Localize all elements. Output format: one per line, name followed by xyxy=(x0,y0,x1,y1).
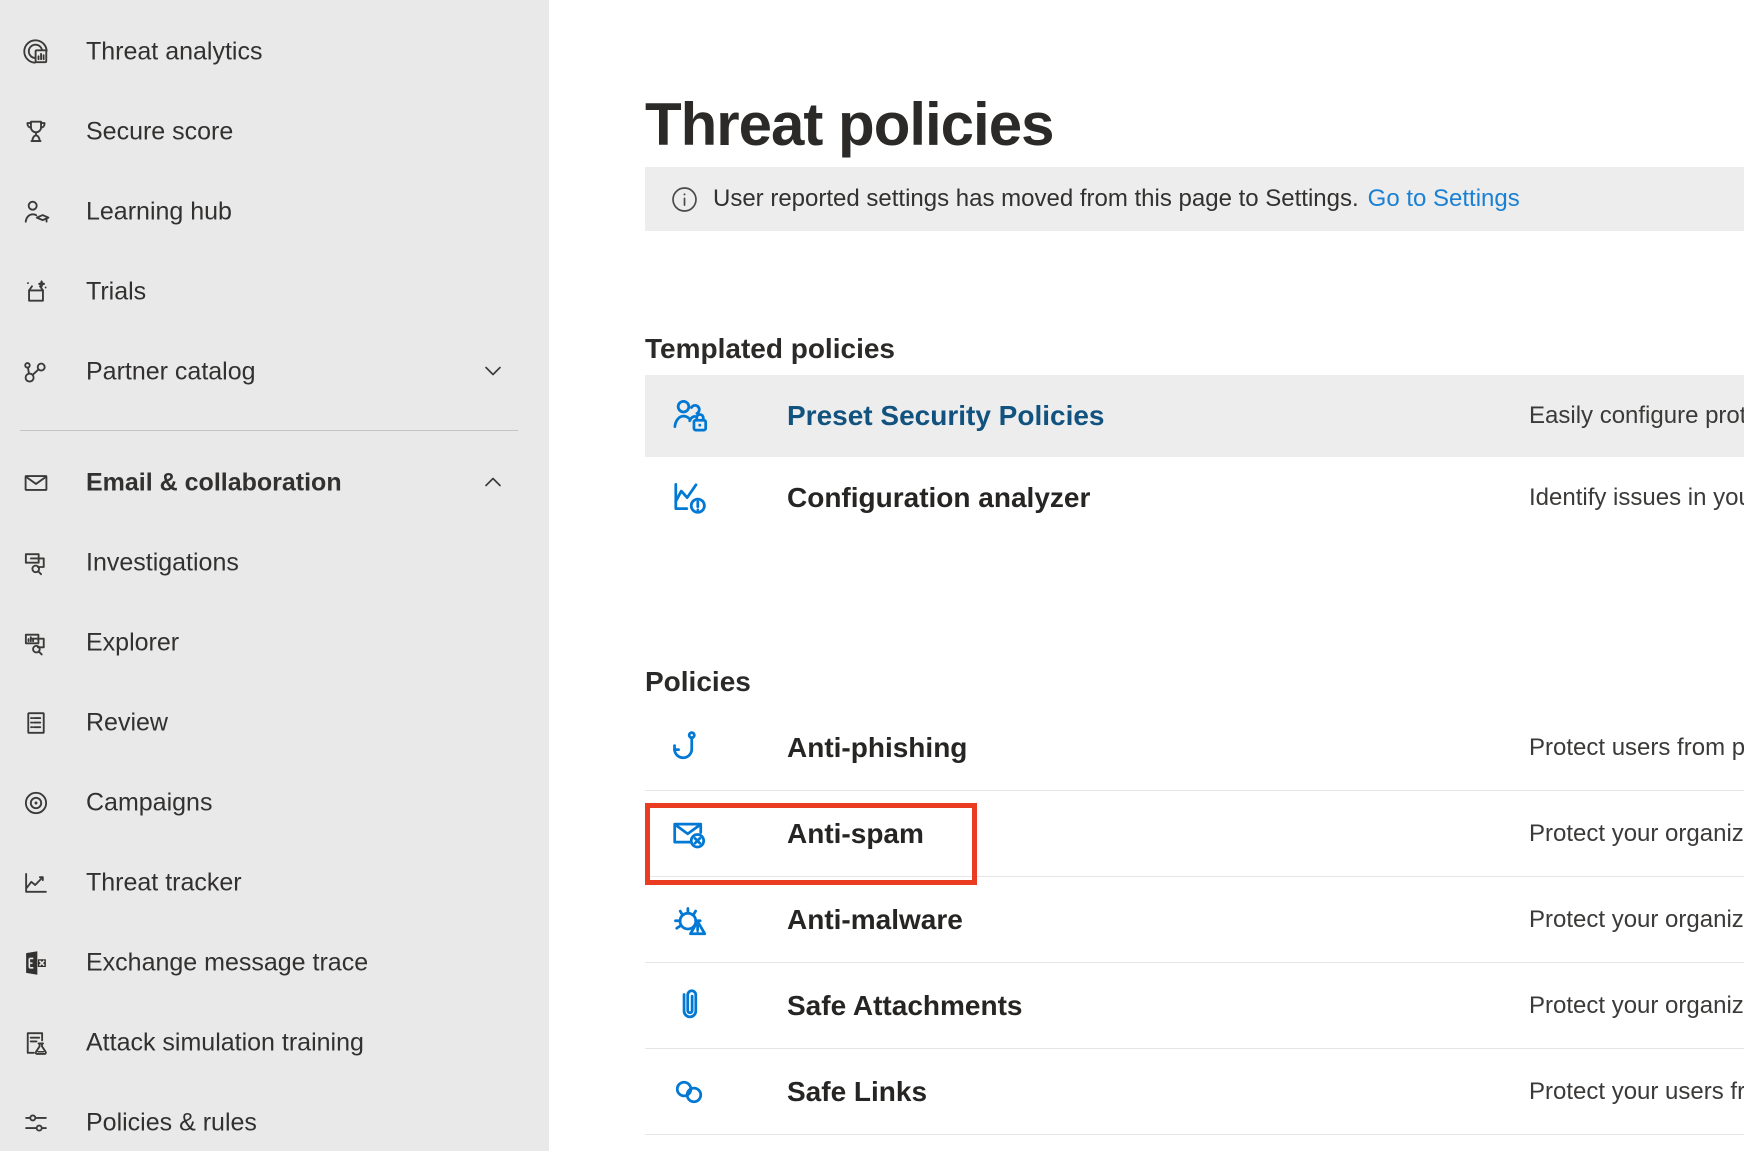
row-label: Configuration analyzer xyxy=(787,482,1090,514)
sidebar-item-investigations[interactable]: Investigations xyxy=(0,523,549,603)
row-label: Preset Security Policies xyxy=(787,400,1105,432)
sidebar-item-exchange-message-trace[interactable]: Exchange message trace xyxy=(0,923,549,1003)
banner-message: User reported settings has moved from th… xyxy=(713,185,1359,213)
row-label: Anti-spam xyxy=(787,818,924,850)
row-description: Protect users from p xyxy=(1529,734,1744,762)
row-label: Safe Attachments xyxy=(787,990,1022,1022)
sidebar-item-campaigns[interactable]: Campaigns xyxy=(0,763,549,843)
threat-tracker-icon xyxy=(20,867,52,899)
sidebar-item-label: Email & collaboration xyxy=(86,469,342,498)
row-description: Protect your organiz xyxy=(1529,906,1744,934)
threat-analytics-icon xyxy=(20,36,52,68)
threat-policies-page: Threat analytics Secure score Learning h… xyxy=(0,0,1744,1151)
partner-catalog-icon xyxy=(20,356,52,388)
page-title: Threat policies xyxy=(645,90,1053,159)
row-anti-malware[interactable]: Anti-malware Protect your organiz xyxy=(645,877,1744,963)
sidebar-item-attack-simulation-training[interactable]: Attack simulation training xyxy=(0,1003,549,1083)
exchange-icon xyxy=(20,947,52,979)
policies-heading: Policies xyxy=(645,666,751,698)
policies-rules-icon xyxy=(20,1107,52,1139)
sidebar-item-secure-score[interactable]: Secure score xyxy=(0,92,549,172)
sidebar-item-learning-hub[interactable]: Learning hub xyxy=(0,172,549,252)
safe-links-icon xyxy=(667,1070,711,1114)
sidebar-item-label: Trials xyxy=(86,278,146,307)
anti-spam-icon xyxy=(667,812,711,856)
sidebar-item-threat-analytics[interactable]: Threat analytics xyxy=(0,12,549,92)
safe-attachments-icon xyxy=(667,984,711,1028)
sidebar-item-explorer[interactable]: Explorer xyxy=(0,603,549,683)
info-icon xyxy=(671,186,698,213)
row-description: Protect your users fr xyxy=(1529,1078,1744,1106)
sidebar-item-label: Learning hub xyxy=(86,198,232,227)
row-anti-spam[interactable]: Anti-spam Protect your organiz xyxy=(645,791,1744,877)
secure-score-icon xyxy=(20,116,52,148)
sidebar-divider xyxy=(20,430,518,431)
row-description: Protect your organiz xyxy=(1529,820,1744,848)
row-label: Anti-malware xyxy=(787,904,963,936)
sidebar-item-label: Secure score xyxy=(86,118,233,147)
sidebar-item-threat-tracker[interactable]: Threat tracker xyxy=(0,843,549,923)
info-banner: User reported settings has moved from th… xyxy=(645,167,1744,231)
explorer-icon xyxy=(20,627,52,659)
sidebar-item-label: Campaigns xyxy=(86,789,212,818)
row-anti-phishing[interactable]: Anti-phishing Protect users from p xyxy=(645,705,1744,791)
anti-malware-icon xyxy=(667,898,711,942)
main-content: Threat policies User reported settings h… xyxy=(549,0,1744,1151)
sidebar-item-trials[interactable]: Trials xyxy=(0,252,549,332)
sidebar-item-label: Investigations xyxy=(86,549,239,578)
review-icon xyxy=(20,707,52,739)
sidebar-item-label: Explorer xyxy=(86,629,179,658)
trials-icon xyxy=(20,276,52,308)
row-preset-security-policies[interactable]: Preset Security Policies Easily configur… xyxy=(645,375,1744,457)
row-safe-attachments[interactable]: Safe Attachments Protect your organiz xyxy=(645,963,1744,1049)
preset-security-icon xyxy=(667,394,711,438)
sidebar-item-label: Exchange message trace xyxy=(86,949,368,978)
campaigns-icon xyxy=(20,787,52,819)
sidebar-item-label: Partner catalog xyxy=(86,358,256,387)
sidebar-item-label: Attack simulation training xyxy=(86,1029,364,1058)
sidebar: Threat analytics Secure score Learning h… xyxy=(0,0,549,1151)
email-collaboration-icon xyxy=(20,467,52,499)
learning-hub-icon xyxy=(20,196,52,228)
go-to-settings-link[interactable]: Go to Settings xyxy=(1368,185,1520,213)
sidebar-item-label: Threat tracker xyxy=(86,869,242,898)
row-configuration-analyzer[interactable]: Configuration analyzer Identify issues i… xyxy=(645,457,1744,539)
row-label: Safe Links xyxy=(787,1076,927,1108)
attack-simulation-icon xyxy=(20,1027,52,1059)
chevron-down-icon xyxy=(483,364,503,378)
investigations-icon xyxy=(20,547,52,579)
sidebar-item-policies-rules[interactable]: Policies & rules xyxy=(0,1083,549,1151)
row-description: Easily configure prot xyxy=(1529,402,1744,430)
configuration-analyzer-icon xyxy=(667,476,711,520)
row-description: Identify issues in you xyxy=(1529,484,1744,512)
sidebar-item-label: Policies & rules xyxy=(86,1109,257,1138)
row-safe-links[interactable]: Safe Links Protect your users fr xyxy=(645,1049,1744,1135)
row-description: Protect your organiz xyxy=(1529,992,1744,1020)
sidebar-item-label: Review xyxy=(86,709,168,738)
sidebar-item-review[interactable]: Review xyxy=(0,683,549,763)
policy-list: Anti-phishing Protect users from p Anti-… xyxy=(645,705,1744,1135)
sidebar-item-email-collaboration[interactable]: Email & collaboration xyxy=(0,443,549,523)
anti-phishing-icon xyxy=(667,726,711,770)
templated-policies-heading: Templated policies xyxy=(645,333,895,365)
row-label: Anti-phishing xyxy=(787,732,967,764)
chevron-up-icon xyxy=(483,475,503,489)
sidebar-item-partner-catalog[interactable]: Partner catalog xyxy=(0,332,549,412)
sidebar-item-label: Threat analytics xyxy=(86,38,262,67)
